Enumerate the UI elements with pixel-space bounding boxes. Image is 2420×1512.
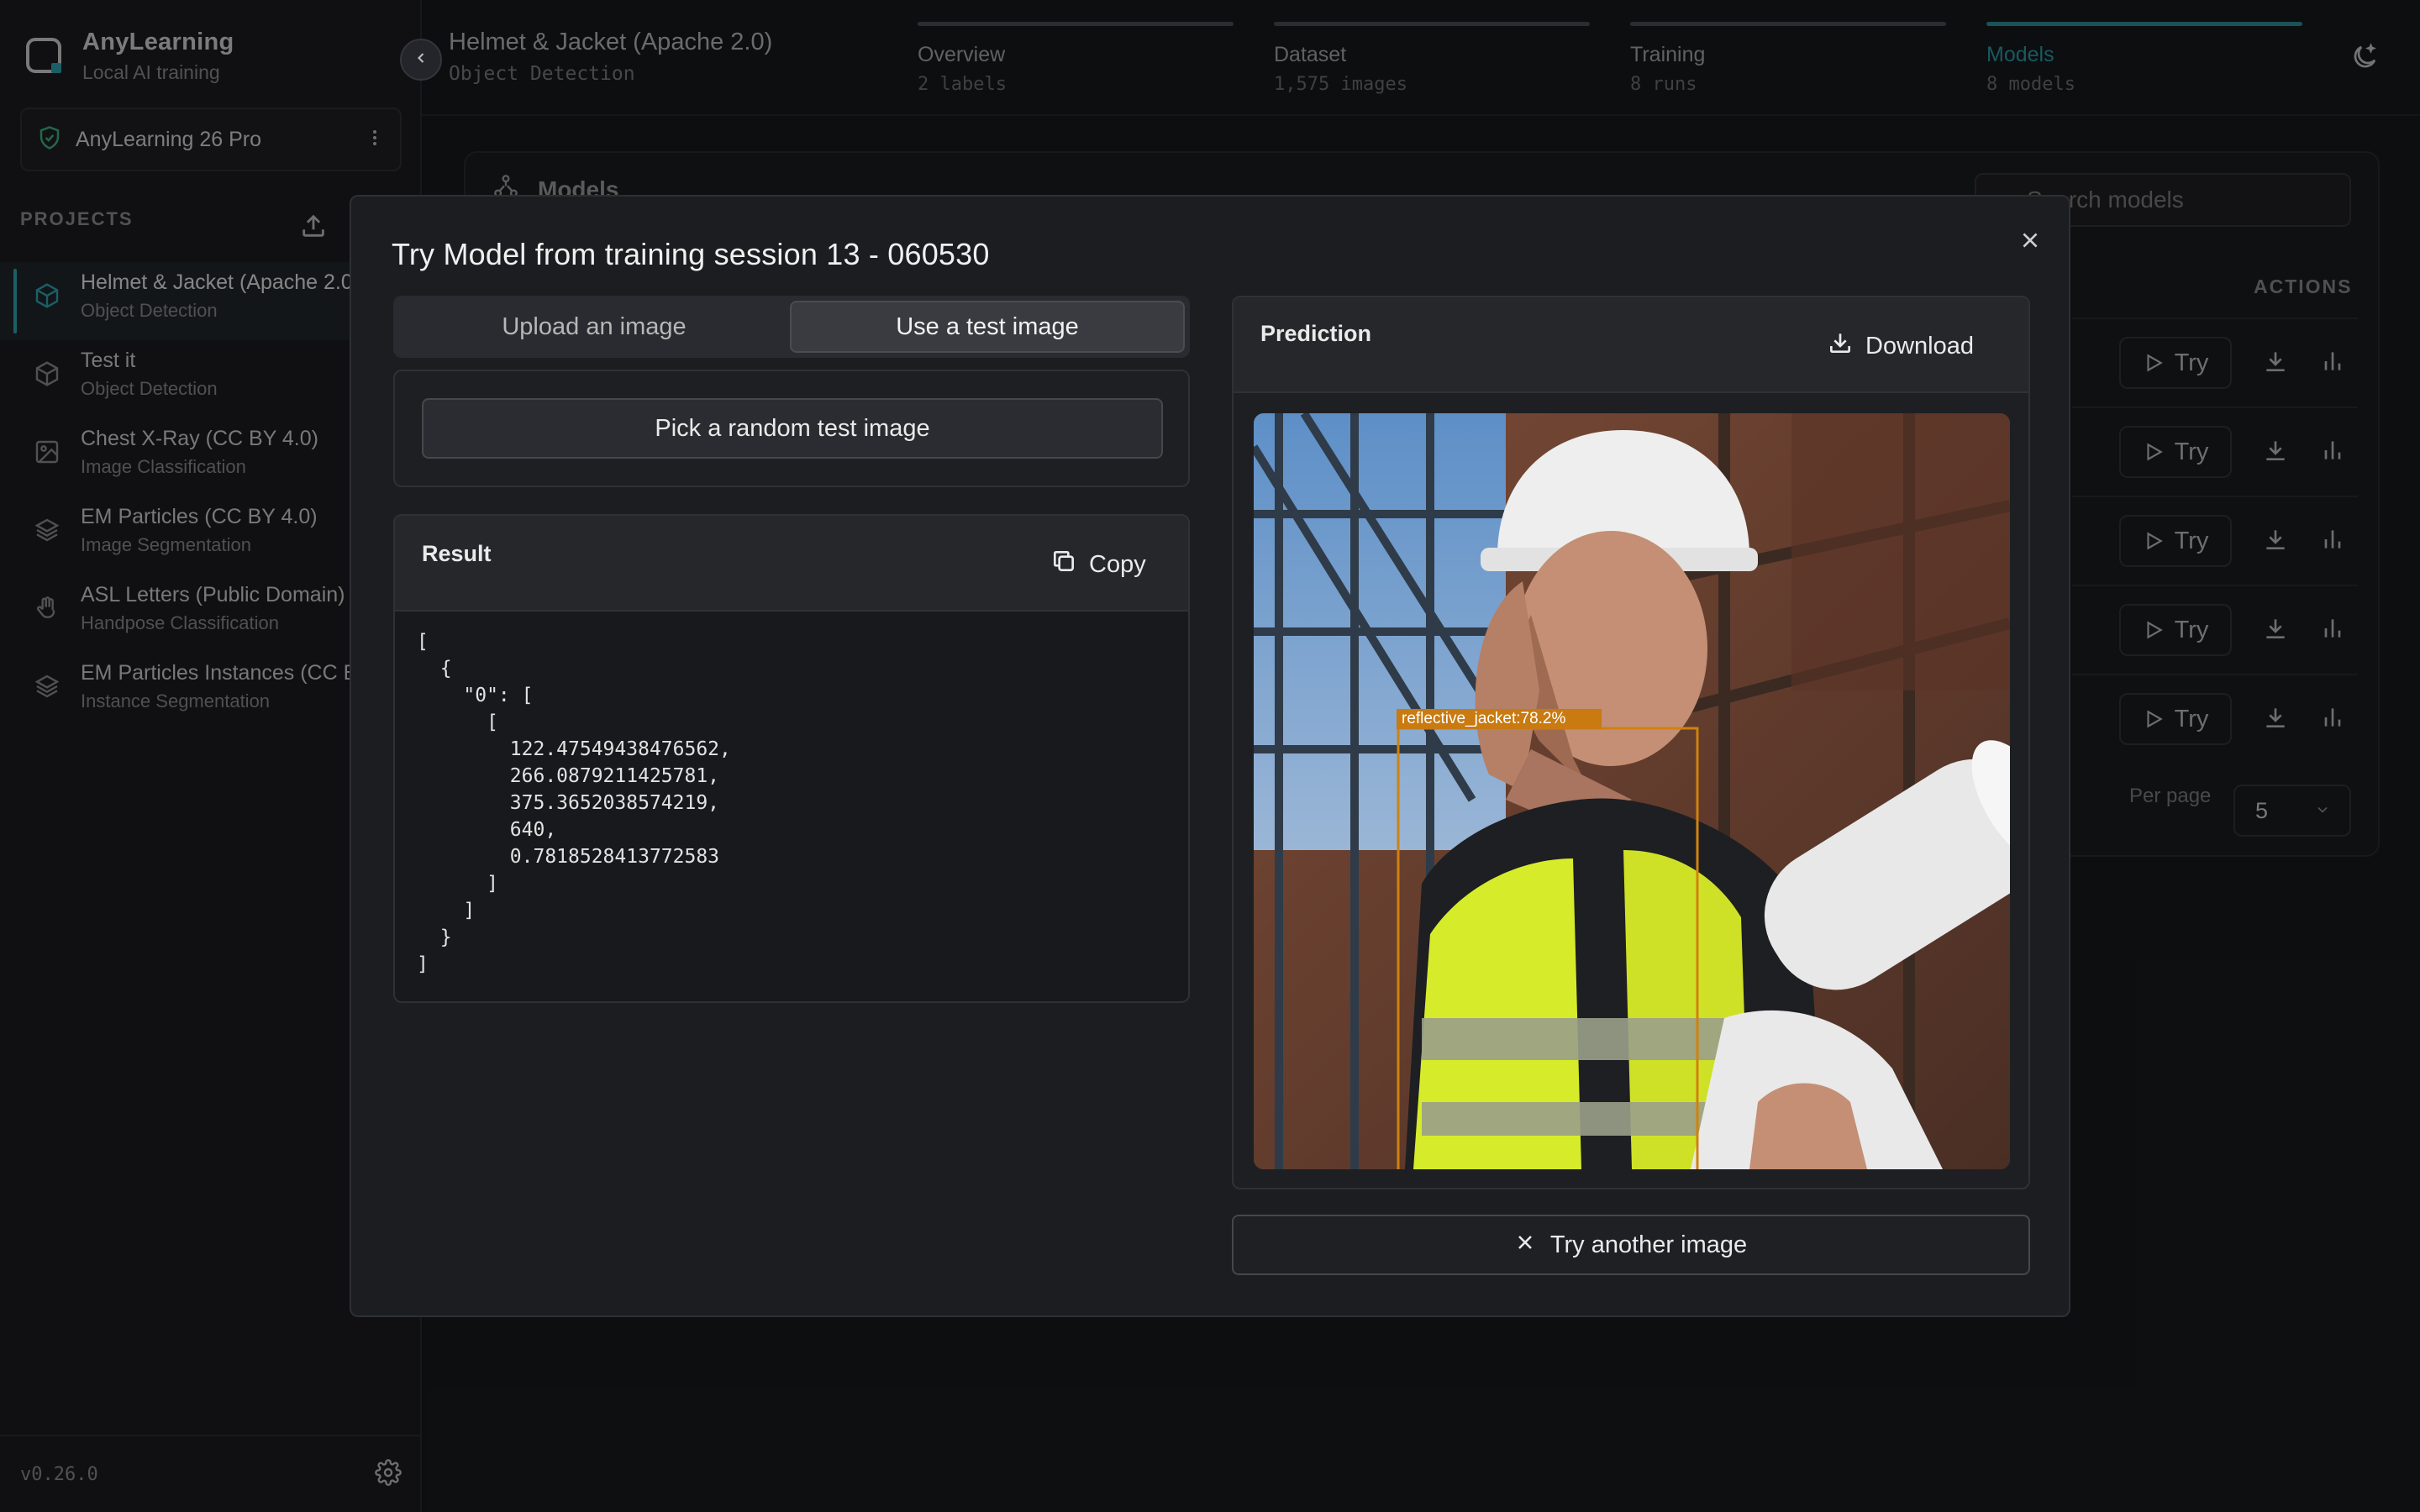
try-model-dialog: Try Model from training session 13 - 060… bbox=[350, 195, 2070, 1317]
close-icon bbox=[2019, 229, 2041, 255]
prediction-image: reflective_jacket:78.2% bbox=[1254, 413, 2010, 1169]
chevron-left-icon bbox=[413, 50, 429, 71]
result-panel: Result Copy [ { "0": [ [ 122.47549438476… bbox=[393, 514, 1190, 1003]
pick-random-image-button[interactable]: Pick a random test image bbox=[422, 398, 1163, 459]
worker-photo-illustration bbox=[1254, 413, 2010, 1169]
result-title: Result bbox=[422, 541, 492, 566]
test-image-panel: Pick a random test image bbox=[393, 370, 1190, 487]
tab-upload-image[interactable]: Upload an image bbox=[398, 301, 790, 353]
collapse-sidebar-button[interactable] bbox=[400, 39, 442, 81]
try-another-image-button[interactable]: Try another image bbox=[1232, 1215, 2030, 1275]
image-source-tabs: Upload an image Use a test image bbox=[393, 296, 1190, 358]
prediction-title: Prediction bbox=[1260, 321, 1372, 346]
dialog-title: Try Model from training session 13 - 060… bbox=[392, 237, 990, 271]
copy-button[interactable]: Copy bbox=[1050, 548, 1146, 581]
try-another-label: Try another image bbox=[1549, 1231, 1748, 1258]
download-icon bbox=[1827, 329, 1865, 363]
copy-icon bbox=[1050, 548, 1089, 581]
download-button[interactable]: Download bbox=[1827, 329, 1974, 363]
tab-use-test-image[interactable]: Use a test image bbox=[790, 301, 1185, 353]
close-icon bbox=[1515, 1231, 1550, 1259]
detection-label: reflective_jacket:78.2% bbox=[1397, 709, 1602, 729]
prediction-panel: Prediction Download reflective_jacket:78… bbox=[1232, 296, 2030, 1189]
result-json[interactable]: [ { "0": [ [ 122.47549438476562, 266.087… bbox=[417, 628, 731, 978]
copy-label: Copy bbox=[1089, 550, 1146, 578]
download-label: Download bbox=[1865, 332, 1974, 360]
close-dialog-button[interactable] bbox=[2013, 225, 2047, 259]
